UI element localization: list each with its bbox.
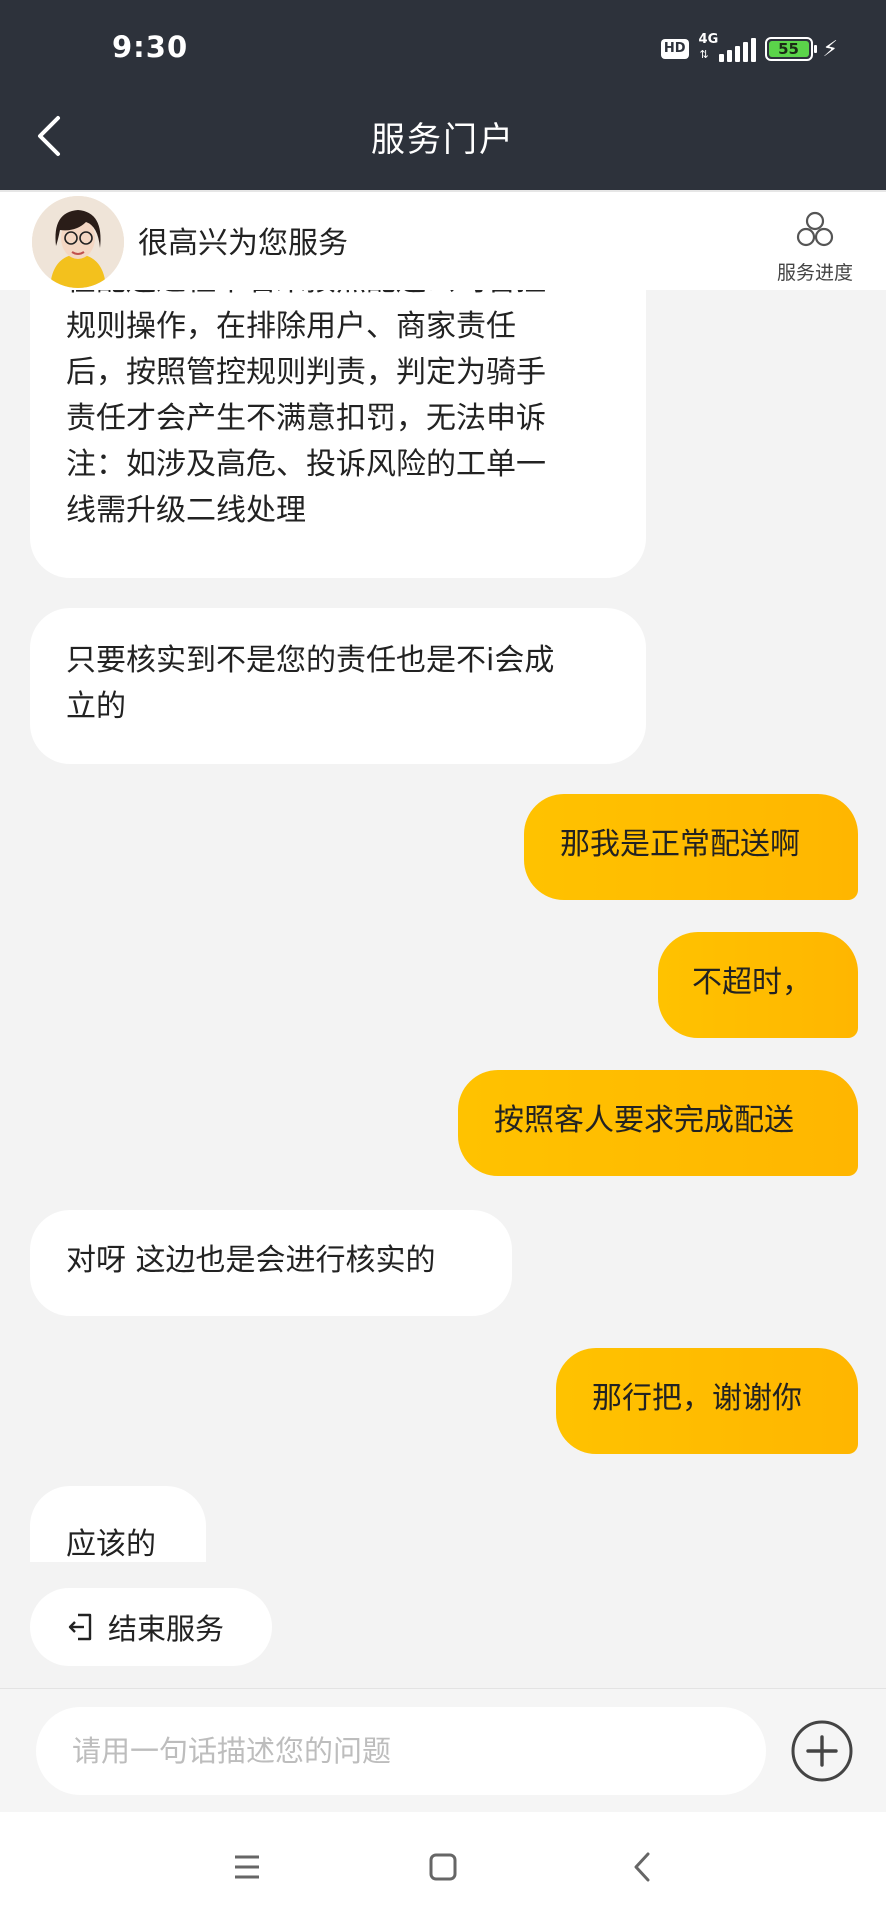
plus-circle-icon[interactable] xyxy=(790,1719,854,1783)
charging-icon: ⚡ xyxy=(822,36,838,62)
end-service-label: 结束服务 xyxy=(108,1612,225,1646)
system-nav-bar xyxy=(0,1812,886,1920)
message-line: 注：如涉及高危、投诉风险的工单一 xyxy=(66,447,546,482)
message-line: 责任才会产生不满意扣罚，无法申诉 xyxy=(66,401,546,436)
status-icons: HD 4G ⇅ 55 ⚡ xyxy=(660,32,838,64)
message-line: 线需升级二线处理 xyxy=(66,493,306,528)
page-title: 服务门户 xyxy=(371,120,515,160)
battery-level: 55 xyxy=(768,41,809,57)
message-input[interactable] xyxy=(36,1707,766,1795)
message-line: 在配送过程中若未按照配送公司管控 xyxy=(66,290,610,304)
battery-icon: 55 xyxy=(764,37,817,61)
message-line: 只要核实到不是您的责任也是不i会成 xyxy=(66,643,555,678)
service-progress-label: 服务进度 xyxy=(776,262,853,284)
input-bar xyxy=(0,1688,886,1812)
message-line: 立的 xyxy=(66,689,126,724)
exit-icon xyxy=(68,1613,92,1641)
title-bar: 服务门户 xyxy=(0,82,886,190)
agent-greeting: 很高兴为您服务 xyxy=(138,226,348,261)
home-square-icon[interactable] xyxy=(418,1842,468,1892)
message-bubble-agent: 应该的 xyxy=(30,1486,206,1562)
message-bubble-user: 按照客人要求完成配送 xyxy=(458,1070,858,1176)
message-line: 规则操作，在排除用户、商家责任 xyxy=(66,309,516,344)
message-bubble-agent: 在配送过程中若未按照配送公司管控 规则操作，在排除用户、商家责任 后，按照管控规… xyxy=(30,290,646,578)
message-bubble-user: 那我是正常配送啊 xyxy=(524,794,858,900)
message-bubble-agent: 只要核实到不是您的责任也是不i会成 立的 xyxy=(30,608,646,764)
agent-header: 很高兴为您服务 服务进度 xyxy=(0,190,886,290)
message-bubble-user: 不超时， xyxy=(658,932,858,1038)
three-circles-icon xyxy=(796,211,834,247)
message-line: 后，按照管控规则判责，判定为骑手 xyxy=(66,355,546,390)
avatar xyxy=(32,196,124,288)
end-service-button[interactable]: 结束服务 xyxy=(30,1588,272,1666)
hd-badge: HD xyxy=(660,39,689,59)
message-bubble-user: 那行把，谢谢你 xyxy=(556,1348,858,1454)
status-time: 9:30 xyxy=(112,30,189,64)
menu-icon[interactable] xyxy=(222,1842,272,1892)
status-bar: 9:30 HD 4G ⇅ 55 ⚡ xyxy=(0,0,886,82)
service-progress-button[interactable]: 服务进度 xyxy=(760,206,870,286)
message-bubble-agent: 对呀 这边也是会进行核实的 xyxy=(30,1210,512,1316)
back-icon[interactable] xyxy=(618,1842,668,1892)
signal-icon: 4G ⇅ xyxy=(698,32,756,64)
chat-area[interactable]: 在配送过程中若未按照配送公司管控 规则操作，在排除用户、商家责任 后，按照管控规… xyxy=(0,290,886,1562)
network-type: 4G xyxy=(698,32,719,47)
